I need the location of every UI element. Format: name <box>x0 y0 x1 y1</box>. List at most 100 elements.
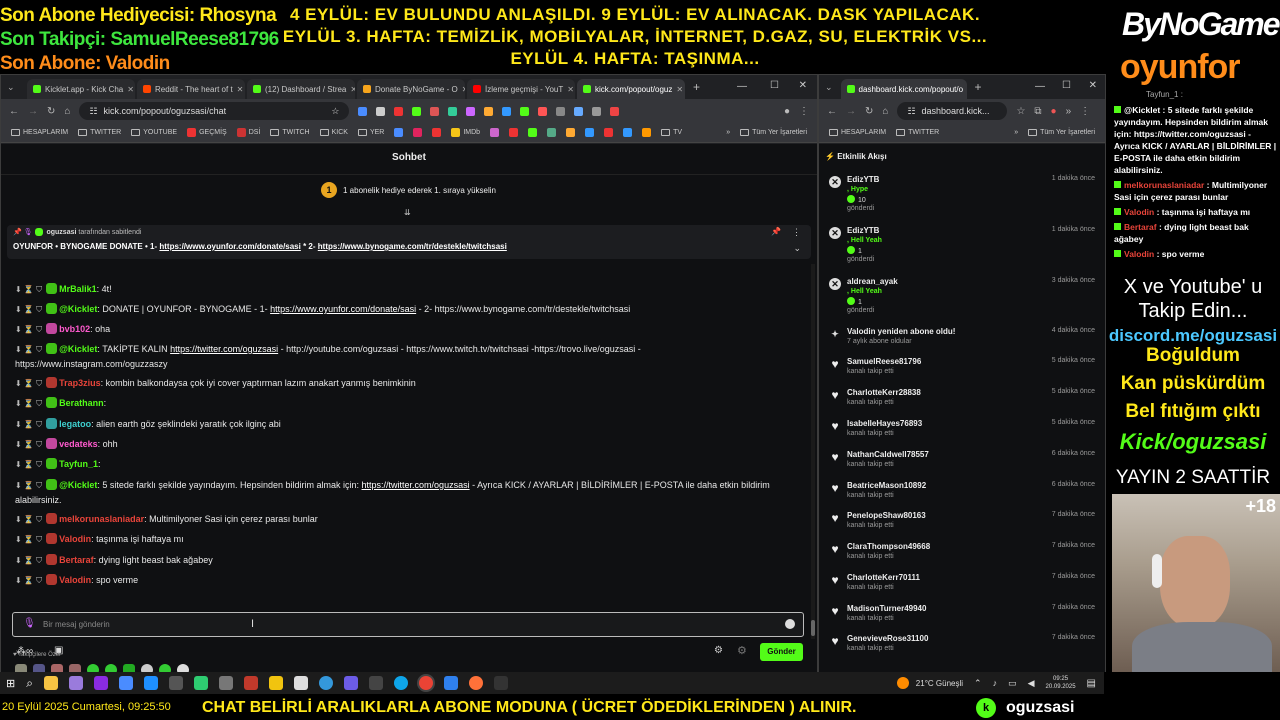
chat-username[interactable]: legatoo <box>59 419 91 429</box>
app-icon[interactable] <box>268 676 283 690</box>
extension-icon[interactable] <box>484 106 494 116</box>
profile-avatar-icon[interactable]: ● <box>784 106 790 117</box>
extension-icon[interactable] <box>574 106 584 116</box>
forward-icon[interactable]: → <box>846 106 856 117</box>
activity-item[interactable]: ♥ BeatriceMason10892 6 dakika önce kanalı t… <box>819 478 1105 509</box>
extension-icon[interactable] <box>502 106 512 116</box>
weather-label[interactable]: 21°C Güneşli <box>916 679 963 688</box>
activity-item[interactable]: ♥ ClaraThompson49668 7 dakika önce kanalı t… <box>819 539 1105 570</box>
file-explorer-icon[interactable] <box>43 676 58 690</box>
extension-icon[interactable] <box>547 128 557 137</box>
mod-actions-icon[interactable]: ⬇ ⏳ ⛉ <box>15 460 42 469</box>
bookmark-item[interactable]: KICK <box>319 129 348 136</box>
activity-item[interactable]: ✕ aldrean_ayak 3 dakika önce , Hell Yeah 1 gö… <box>819 274 1105 314</box>
app-icon[interactable] <box>118 676 133 690</box>
bookmark-item[interactable]: TWITCH <box>270 129 310 136</box>
start-icon[interactable]: ⊞ <box>6 677 15 690</box>
browser-tab[interactable]: Kicklet.app - Kick Cha ✕ <box>27 79 135 99</box>
close-icon[interactable]: ✕ <box>676 85 683 94</box>
chat-message[interactable]: ⬇ ⏳ ⛉ @Kicklet: 5 sitede farklı şekilde y… <box>1 478 791 507</box>
chat-message[interactable]: ⬇ ⏳ ⛉ Valodin: taşınma işi haftaya mı <box>1 532 791 547</box>
collapse-icon[interactable]: ⇊ <box>404 208 411 217</box>
more-icon[interactable]: ⋮ <box>792 227 801 238</box>
maximize-icon[interactable]: ☐ <box>1062 80 1071 91</box>
gift-icon[interactable]: ▣ <box>54 645 63 656</box>
chat-input[interactable]: 🎙 Bir mesaj gönderin I <box>12 612 804 637</box>
chat-username[interactable]: @Kicklet <box>59 480 97 490</box>
chat-username[interactable]: Tayfun_1 <box>59 459 98 469</box>
app-icon[interactable] <box>493 676 508 690</box>
extension-icon[interactable] <box>585 128 595 137</box>
chat-message[interactable]: ⬇ ⏳ ⛉ Trap3zius: kombin balkondaysa çok i… <box>1 376 791 391</box>
chat-message[interactable]: ⬇ ⏳ ⛉ Valodin: spo verme <box>1 573 791 588</box>
weather-icon[interactable] <box>896 677 909 689</box>
chat-message[interactable]: ⬇ ⏳ ⛉ melkorunaslaniadar: Multimilyoner S… <box>1 512 791 527</box>
close-icon[interactable]: ✕ <box>127 85 134 94</box>
app-icon[interactable] <box>193 676 208 690</box>
extension-icon[interactable] <box>528 128 538 137</box>
bookmark-item[interactable]: TWITTER <box>896 129 939 136</box>
extension-icon[interactable] <box>556 106 566 116</box>
browser-tab[interactable]: Reddit - The heart of t ✕ <box>137 79 245 99</box>
extension-icon[interactable] <box>538 106 548 116</box>
extension-icon[interactable] <box>412 106 422 116</box>
profile-avatar-icon[interactable]: ● <box>1051 106 1057 117</box>
chevron-right-icon[interactable]: » <box>1066 106 1072 117</box>
chat-link[interactable]: https://www.oyunfor.com/donate/sasi <box>270 304 416 314</box>
activity-item[interactable]: ♥ PenelopeShaw80163 7 dakika önce kanalı ta… <box>819 508 1105 539</box>
bookmark-item[interactable]: DSİ <box>236 128 260 137</box>
new-tab-icon[interactable]: + <box>975 80 982 94</box>
close-icon[interactable]: ✕ <box>350 85 355 94</box>
unpin-icon[interactable]: 📌 <box>771 227 781 236</box>
app-icon[interactable] <box>343 676 358 690</box>
app-icon[interactable] <box>68 676 83 690</box>
mod-actions-icon[interactable]: ⬇ ⏳ ⛉ <box>15 440 42 449</box>
chat-username[interactable]: @Kicklet <box>59 304 97 314</box>
mod-actions-icon[interactable]: ⬇ ⏳ ⛉ <box>15 576 42 585</box>
extension-icon[interactable] <box>642 128 652 137</box>
extension-icon[interactable] <box>604 128 614 137</box>
mod-actions-icon[interactable]: ⬇ ⏳ ⛉ <box>15 481 42 490</box>
tab-search-icon[interactable]: ⌄ <box>7 82 15 93</box>
extension-icon[interactable] <box>430 106 440 116</box>
chat-username[interactable]: Trap3zius <box>59 378 101 388</box>
firefox-icon[interactable] <box>468 676 483 690</box>
activity-item[interactable]: ✦ Valodin yeniden abone oldu! 4 dakika önc… <box>819 324 1105 355</box>
chat-username[interactable]: Valodin <box>59 575 91 585</box>
bookmark-item[interactable]: YER <box>357 129 384 136</box>
bookmark-star-icon[interactable]: ☆ <box>331 106 339 117</box>
chat-message[interactable]: ⬇ ⏳ ⛉ Berathann: <box>1 396 791 411</box>
extension-icon[interactable] <box>592 106 602 116</box>
browser-tab-active[interactable]: dashboard.kick.com/popout/o✕ <box>840 79 967 99</box>
back-icon[interactable]: ← <box>9 106 19 117</box>
network-icon[interactable]: ▭ <box>1008 678 1017 689</box>
extension-icon[interactable] <box>358 106 368 116</box>
emoji-icon[interactable] <box>785 619 795 629</box>
browser-tab[interactable]: (12) Dashboard / Strea ✕ <box>247 79 355 99</box>
tab-search-icon[interactable]: ⌄ <box>825 82 833 93</box>
extension-icon[interactable] <box>490 128 500 137</box>
mod-actions-icon[interactable]: ⬇ ⏳ ⛉ <box>15 379 42 388</box>
address-bar[interactable]: ☷ dashboard.kick... <box>897 102 1008 120</box>
extension-icon[interactable] <box>520 106 530 116</box>
mod-actions-icon[interactable]: ⬇ ⏳ ⛉ <box>15 305 42 314</box>
scrollbar[interactable] <box>811 264 815 639</box>
chat-username[interactable]: bvb102 <box>59 324 90 334</box>
extension-icon[interactable] <box>610 106 620 116</box>
scrollbar-thumb[interactable] <box>811 620 815 636</box>
mod-actions-icon[interactable]: ⬇ ⏳ ⛉ <box>15 325 42 334</box>
bookmark-item[interactable]: HESAPLARIM <box>11 129 68 136</box>
extension-icon[interactable] <box>509 128 519 137</box>
window-close-icon[interactable]: ✕ <box>1089 80 1097 91</box>
maximize-icon[interactable]: ☐ <box>770 80 779 91</box>
mod-icon[interactable]: ⚙ <box>737 644 747 657</box>
chevron-down-icon[interactable]: ⌄ <box>793 243 801 254</box>
mod-actions-icon[interactable]: ⬇ ⏳ ⛉ <box>15 515 42 524</box>
browser-tab-active[interactable]: kick.com/popout/oguz ✕ <box>577 79 685 99</box>
minimize-icon[interactable]: — <box>1035 81 1045 92</box>
mod-actions-icon[interactable]: ⬇ ⏳ ⛉ <box>15 285 42 294</box>
volume-icon[interactable]: ◀ <box>1028 678 1035 689</box>
close-icon[interactable]: ✕ <box>462 85 465 94</box>
activity-item[interactable]: ♥ GenevieveRose31100 7 dakika önce kanalı t… <box>819 631 1105 662</box>
gift-leaderboard-banner[interactable]: 1 1 abonelik hediye ederek 1. sıraya yük… <box>321 181 501 199</box>
